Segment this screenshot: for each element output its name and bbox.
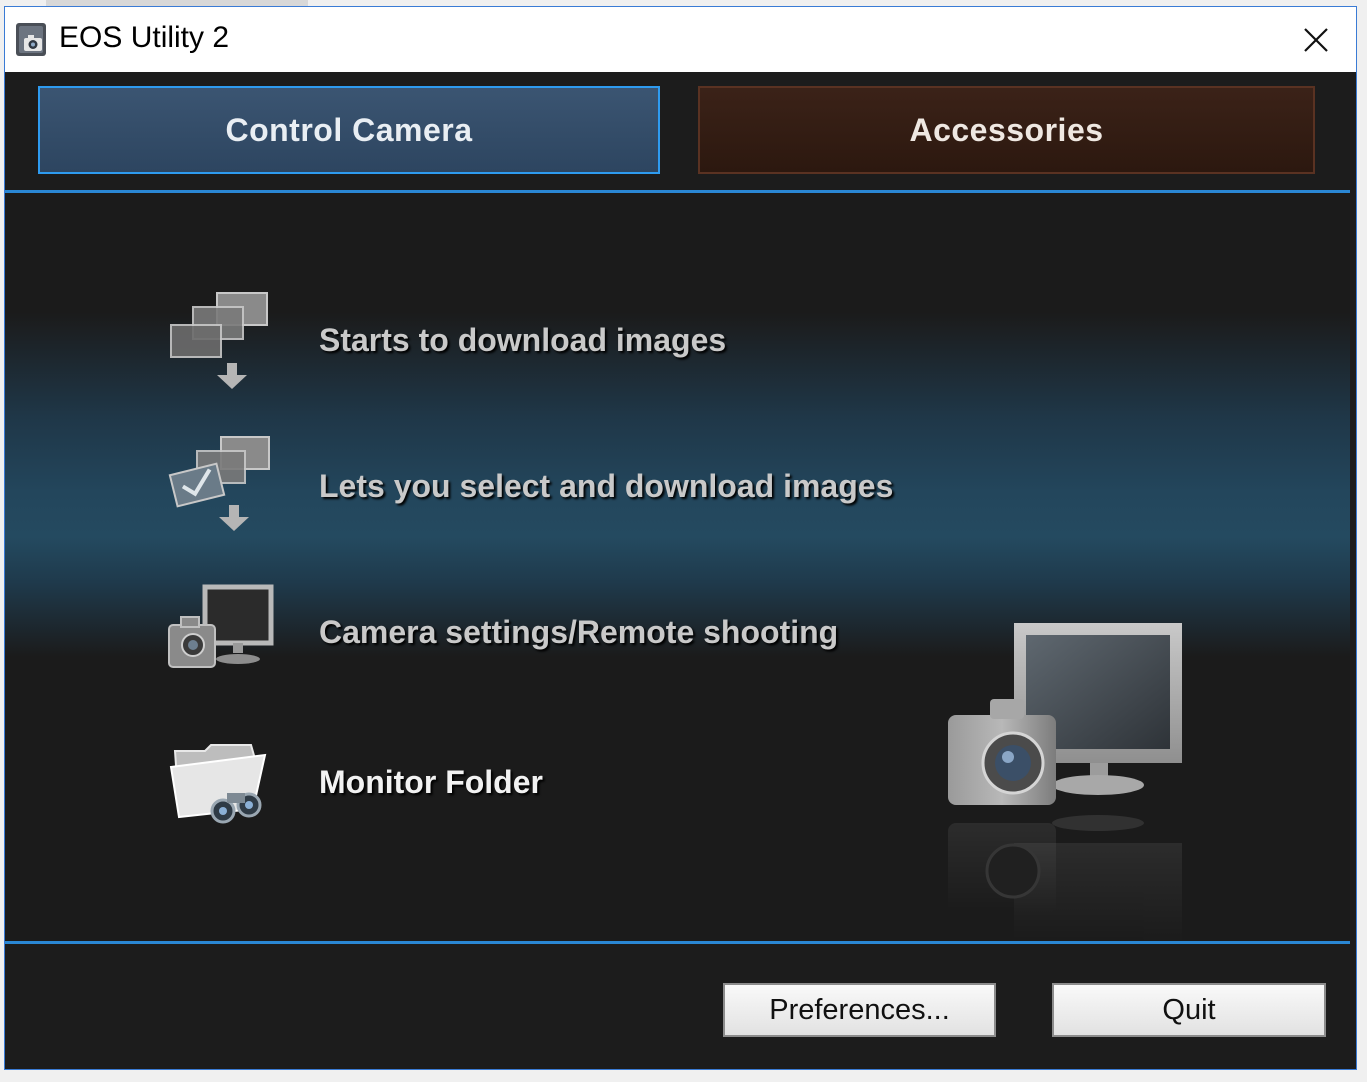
window-title: EOS Utility 2 [59, 21, 230, 54]
download-images-icon [165, 285, 275, 395]
app-window: EOS Utility 2 Control Camera Accessories [4, 6, 1357, 1070]
menu-item-monitor-folder[interactable]: Monitor Folder [165, 727, 945, 837]
menu-item-label: Starts to download images [319, 321, 727, 358]
monitor-folder-icon [165, 727, 275, 837]
main-menu-panel: Starts to download images Lets you selec… [5, 193, 1350, 943]
camera-monitor-illustration [940, 623, 1190, 953]
preferences-button[interactable]: Preferences... [723, 983, 996, 1037]
menu-item-select-download[interactable]: Lets you select and download images [165, 431, 945, 541]
app-icon [15, 22, 49, 58]
title-bar[interactable]: EOS Utility 2 [5, 7, 1356, 72]
content-area: Control Camera Accessories Starts to dow… [5, 72, 1356, 1069]
tab-control-camera[interactable]: Control Camera [38, 86, 660, 174]
button-bar: Preferences... Quit [5, 944, 1350, 1069]
menu-item-label: Monitor Folder [319, 763, 543, 800]
select-download-icon [165, 431, 275, 541]
tab-accessories[interactable]: Accessories [698, 86, 1315, 174]
menu-item-camera-settings[interactable]: Camera settings/Remote shooting [165, 577, 945, 687]
menu-item-label: Camera settings/Remote shooting [319, 613, 839, 650]
menu-item-start-download[interactable]: Starts to download images [165, 285, 945, 395]
camera-monitor-icon [165, 577, 275, 687]
menu-item-label: Lets you select and download images [319, 467, 894, 504]
close-icon [1304, 27, 1328, 52]
quit-button[interactable]: Quit [1052, 983, 1326, 1037]
close-button[interactable] [1276, 7, 1356, 72]
